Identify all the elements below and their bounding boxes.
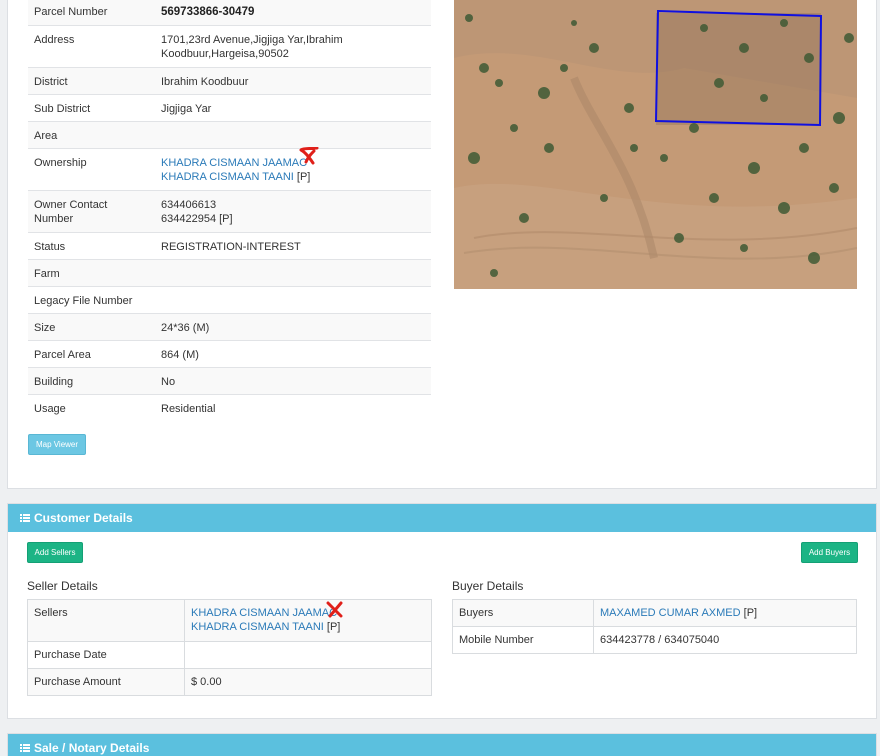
- seller-table: Sellers KHADRA CISMAAN JAAMAC KHADRA CIS…: [27, 599, 432, 696]
- address-line-2: Koodbuur,Hargeisa,90502: [161, 47, 289, 60]
- table-row: Mobile Number 634423778 / 634075040: [452, 626, 857, 654]
- usage-label: Usage: [28, 393, 155, 421]
- owner-primary-tag: [P]: [296, 170, 311, 183]
- table-row: Area: [28, 120, 431, 148]
- buyer-primary-tag: [P]: [743, 607, 758, 619]
- farm-label: Farm: [28, 258, 155, 286]
- mobile-number-value: 634423778 / 634075040: [593, 626, 857, 654]
- area-value: [155, 120, 431, 148]
- sellers-value: KHADRA CISMAAN JAAMAC KHADRA CISMAAN TAA…: [184, 599, 432, 642]
- parcel-details-panel: Parcel Number 569733866-30479 Address 17…: [7, 0, 877, 489]
- status-label: Status: [28, 231, 155, 259]
- building-value: No: [155, 366, 431, 394]
- parcel-satellite-map[interactable]: [454, 0, 857, 289]
- purchase-amount-label: Purchase Amount: [27, 668, 185, 696]
- status-value: REGISTRATION-INTEREST: [155, 231, 431, 259]
- farm-value: [155, 258, 431, 286]
- list-icon: [20, 744, 30, 752]
- size-value: 24*36 (M): [155, 312, 431, 340]
- table-row: Owner Contact Number 634406613 634422954…: [28, 189, 431, 232]
- area-label: Area: [28, 120, 155, 148]
- table-row: Sellers KHADRA CISMAAN JAAMAC KHADRA CIS…: [27, 599, 432, 642]
- sub-district-value: Jigjiga Yar: [155, 93, 431, 121]
- table-row: Parcel Number 569733866-30479: [28, 0, 431, 25]
- customer-details-heading: Customer Details: [8, 504, 876, 532]
- mobile-number-label: Mobile Number: [452, 626, 594, 654]
- table-row: Ownership KHADRA CISMAAN JAAMAC KHADRA C…: [28, 147, 431, 190]
- table-row: District Ibrahim Koodbuur: [28, 66, 431, 94]
- table-row: Buyers MAXAMED CUMAR AXMED [P]: [452, 599, 857, 627]
- parcel-number-value: 569733866-30479: [155, 0, 431, 25]
- seller-link-1[interactable]: KHADRA CISMAAN JAAMAC: [191, 607, 337, 619]
- table-row: Sub District Jigjiga Yar: [28, 93, 431, 121]
- annotation-x-mark: [326, 601, 343, 618]
- customer-details-panel: Customer Details Add Sellers Add Buyers …: [7, 503, 877, 719]
- add-sellers-button[interactable]: Add Sellers: [27, 542, 83, 563]
- buyer-table: Buyers MAXAMED CUMAR AXMED [P] Mobile Nu…: [452, 599, 857, 654]
- parcel-info-table: Parcel Number 569733866-30479 Address 17…: [28, 0, 431, 421]
- sale-notary-title: Sale / Notary Details: [34, 741, 150, 755]
- sale-notary-heading[interactable]: Sale / Notary Details: [8, 734, 876, 756]
- owner-contact-label: Owner Contact Number: [28, 189, 155, 232]
- address-value: 1701,23rd Avenue,Jigjiga Yar,Ibrahim Koo…: [155, 24, 431, 67]
- list-icon: [20, 514, 30, 522]
- map-viewer-button[interactable]: Map Viewer: [28, 434, 86, 455]
- buyers-label: Buyers: [452, 599, 594, 627]
- purchase-date-value: [184, 641, 432, 669]
- parcel-number-label: Parcel Number: [28, 0, 155, 25]
- customer-details-title: Customer Details: [34, 511, 133, 525]
- building-label: Building: [28, 366, 155, 394]
- seller-primary-tag: [P]: [326, 621, 341, 633]
- table-row: Address 1701,23rd Avenue,Jigjiga Yar,Ibr…: [28, 24, 431, 67]
- address-label: Address: [28, 24, 155, 67]
- sale-notary-panel: Sale / Notary Details: [7, 733, 877, 756]
- purchase-date-label: Purchase Date: [27, 641, 185, 669]
- address-line-1: 1701,23rd Avenue,Jigjiga Yar,Ibrahim: [161, 33, 343, 46]
- contact-line-2: 634422954 [P]: [161, 212, 233, 225]
- table-row: Purchase Date: [27, 641, 432, 669]
- buyers-value: MAXAMED CUMAR AXMED [P]: [593, 599, 857, 627]
- table-row: Parcel Area 864 (M): [28, 339, 431, 367]
- satellite-image: [454, 0, 857, 289]
- owner-link-2[interactable]: KHADRA CISMAAN TAANI: [161, 171, 294, 183]
- district-label: District: [28, 66, 155, 94]
- table-row: Legacy File Number: [28, 285, 431, 313]
- table-row: Status REGISTRATION-INTEREST: [28, 231, 431, 259]
- seller-link-2[interactable]: KHADRA CISMAAN TAANI: [191, 621, 324, 633]
- size-label: Size: [28, 312, 155, 340]
- annotation-x-mark: [299, 147, 319, 165]
- buyer-link-1[interactable]: MAXAMED CUMAR AXMED: [600, 607, 741, 619]
- parcel-area-value: 864 (M): [155, 339, 431, 367]
- sellers-label: Sellers: [27, 599, 185, 642]
- buyer-details-title: Buyer Details: [452, 579, 524, 593]
- table-row: Size 24*36 (M): [28, 312, 431, 340]
- purchase-amount-value: $ 0.00: [184, 668, 432, 696]
- table-row: Purchase Amount $ 0.00: [27, 668, 432, 696]
- ownership-label: Ownership: [28, 147, 155, 190]
- owner-link-1[interactable]: KHADRA CISMAAN JAAMAC: [161, 157, 307, 169]
- district-value: Ibrahim Koodbuur: [155, 66, 431, 94]
- parcel-area-label: Parcel Area: [28, 339, 155, 367]
- ownership-value: KHADRA CISMAAN JAAMAC KHADRA CISMAAN TAA…: [155, 147, 431, 190]
- table-row: Building No: [28, 366, 431, 394]
- legacy-file-label: Legacy File Number: [28, 285, 155, 313]
- seller-details-title: Seller Details: [27, 579, 98, 593]
- usage-value: Residential: [155, 393, 431, 421]
- sub-district-label: Sub District: [28, 93, 155, 121]
- legacy-file-value: [155, 285, 431, 313]
- contact-line-1: 634406613: [161, 198, 217, 211]
- owner-contact-value: 634406613 634422954 [P]: [155, 189, 431, 232]
- table-row: Farm: [28, 258, 431, 286]
- add-buyers-button[interactable]: Add Buyers: [801, 542, 858, 563]
- table-row: Usage Residential: [28, 393, 431, 421]
